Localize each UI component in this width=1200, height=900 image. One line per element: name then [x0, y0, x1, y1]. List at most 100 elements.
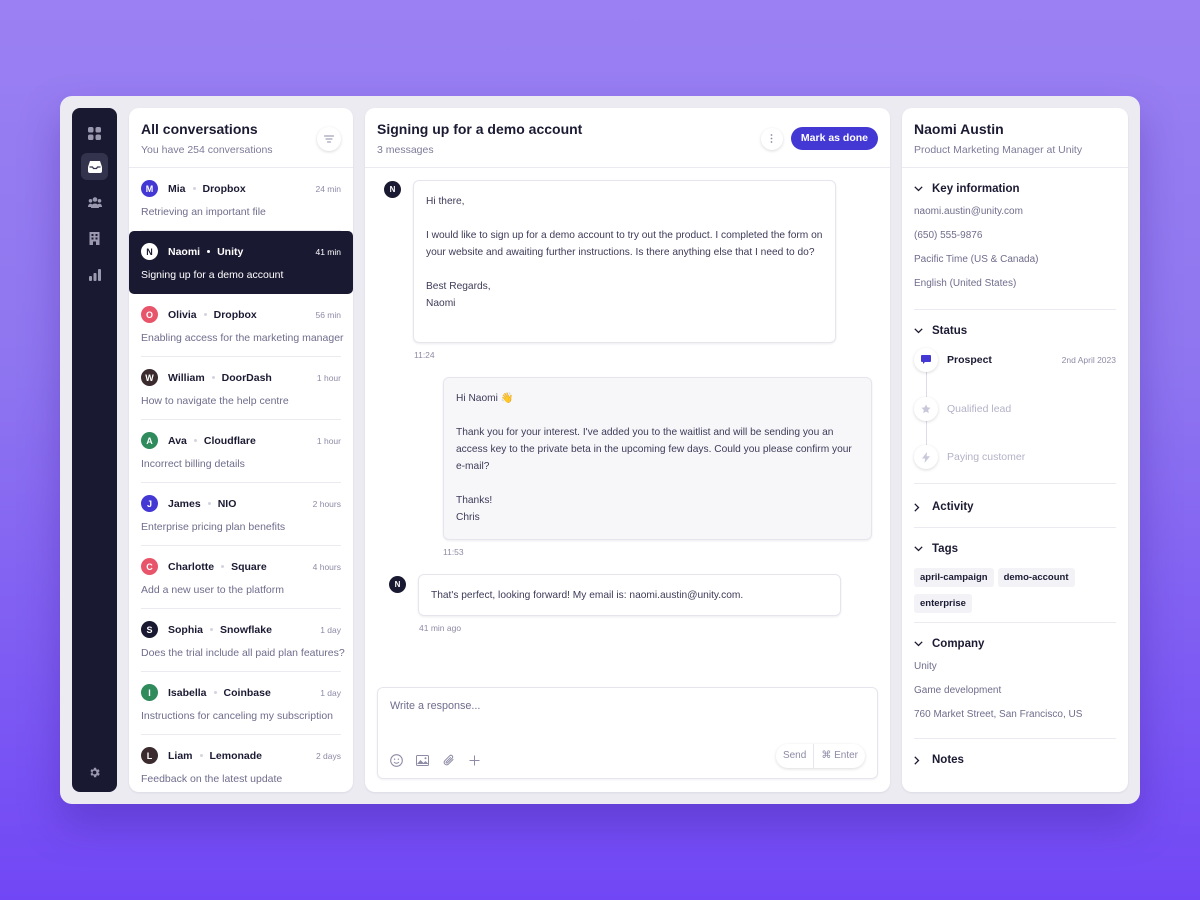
conversation-item[interactable]: M Mia Dropbox 24 min Retrieving an important…: [129, 168, 353, 231]
tags-section: Tags april-campaign demo-account enterpris…: [914, 528, 1116, 623]
app-window: All conversations You have 254 conversat…: [60, 96, 1140, 804]
contact-name: Isabella: [168, 686, 207, 699]
section-label: Tags: [932, 543, 958, 555]
avatar: I: [141, 684, 158, 701]
status-step-qualified-lead: Qualified lead: [914, 397, 1116, 421]
message-timestamp: 11:24: [414, 350, 435, 360]
avatar: L: [141, 747, 158, 764]
nav-contacts[interactable]: [81, 189, 108, 216]
avatar: S: [141, 621, 158, 638]
contact-phone[interactable]: (650) 555-9876: [914, 230, 1116, 241]
activity-toggle[interactable]: Activity: [914, 499, 1116, 515]
tag-list: april-campaign demo-account enterprise: [914, 567, 1094, 619]
customer-avatar: N: [389, 576, 406, 593]
separator-dot: [207, 502, 211, 505]
company-name: Lemonade: [209, 749, 263, 762]
activity-section: Activity: [914, 484, 1116, 528]
separator-dot: [192, 187, 196, 190]
conversation-item[interactable]: L Liam Lemonade 2 days Feedback on the lates…: [129, 735, 353, 792]
separator-dot: [193, 439, 197, 442]
conversation-time: 1 day: [320, 624, 341, 635]
conversation-item[interactable]: W William DoorDash 1 hour How to navigate th…: [129, 357, 353, 420]
send-button[interactable]: Send: [776, 744, 813, 768]
company-name: Unity: [217, 245, 244, 258]
conversation-item[interactable]: J James NIO 2 hours Enterprise pricing plan …: [129, 483, 353, 546]
avatar: J: [141, 495, 158, 512]
nav-reports[interactable]: [81, 261, 108, 288]
company-name: Square: [231, 560, 267, 573]
send-shortcut-hint: ⌘ Enter: [821, 750, 858, 761]
conversation-item[interactable]: N Naomi Unity 41 min Signing up for a demo a…: [129, 231, 353, 294]
chevron-down-icon: [914, 641, 923, 647]
status-toggle[interactable]: Status: [914, 323, 1116, 339]
filter-icon: [324, 135, 334, 143]
conversation-item[interactable]: C Charlotte Square 4 hours Add a new user to…: [129, 546, 353, 609]
status-step-prospect: Prospect 2nd April 2023: [914, 348, 1116, 372]
customer-avatar: N: [384, 181, 401, 198]
conversation-subject: Enabling access for the marketing manage…: [141, 332, 344, 344]
contact-name: James: [168, 497, 201, 510]
kebab-icon: [770, 134, 773, 143]
nav-companies[interactable]: [81, 225, 108, 252]
tag[interactable]: demo-account: [997, 568, 1075, 587]
key-information-toggle[interactable]: Key information: [914, 181, 1116, 197]
conversation-item[interactable]: A Ava Cloudflare 1 hour Incorrect billing de…: [129, 420, 353, 483]
nav-inbox[interactable]: [81, 153, 108, 180]
separator-dot: [211, 376, 215, 379]
chevron-down-icon: [914, 546, 923, 552]
inbox-icon: [87, 160, 102, 173]
company-toggle[interactable]: Company: [914, 636, 1116, 652]
status-connector: [926, 372, 927, 398]
section-label: Status: [932, 325, 968, 337]
conversation-item[interactable]: S Sophia Snowflake 1 day Does the trial incl…: [129, 609, 353, 672]
tag[interactable]: enterprise: [914, 594, 972, 613]
status-step-label: Qualified lead: [947, 403, 1012, 415]
message-timestamp: 11:53: [443, 547, 464, 557]
more-options-button[interactable]: [760, 127, 783, 150]
avatar: N: [141, 243, 158, 260]
status-step-date: 2nd April 2023: [1061, 355, 1116, 365]
lightning-icon: [922, 451, 930, 463]
notes-toggle[interactable]: Notes: [914, 752, 1116, 768]
chat-bubble-icon: [921, 355, 931, 364]
conversation-list-header: All conversations You have 254 conversat…: [129, 108, 353, 168]
section-label: Key information: [932, 183, 1020, 195]
nav-settings[interactable]: [81, 759, 108, 786]
section-label: Company: [932, 638, 985, 650]
nav-dashboard[interactable]: [81, 120, 108, 147]
gear-icon: [90, 767, 100, 778]
attach-button[interactable]: [442, 754, 455, 767]
separator-dot: [207, 250, 211, 253]
tags-toggle[interactable]: Tags: [914, 541, 1116, 557]
building-icon: [89, 232, 100, 245]
conversation-item[interactable]: O Olivia Dropbox 56 min Enabling access for …: [129, 294, 353, 357]
conversation-subject: Retrieving an important file: [141, 206, 266, 218]
filter-button[interactable]: [317, 127, 341, 151]
tag[interactable]: april-campaign: [914, 568, 994, 587]
avatar: A: [141, 432, 158, 449]
contact-name: William: [168, 371, 205, 384]
reply-input[interactable]: [390, 700, 860, 712]
conversation-subject: How to navigate the help centre: [141, 395, 289, 407]
contact-details-panel: Naomi Austin Product Marketing Manager a…: [902, 108, 1128, 792]
chevron-right-icon: [914, 502, 920, 512]
contact-name: Charlotte: [168, 560, 215, 573]
message-bubble-customer: That's perfect, looking forward! My emai…: [418, 574, 841, 616]
emoji-button[interactable]: [390, 754, 403, 767]
image-button[interactable]: [416, 754, 429, 767]
company-name: Unity: [914, 661, 937, 672]
add-button[interactable]: [468, 754, 481, 767]
mark-as-done-button[interactable]: Mark as done: [790, 127, 878, 150]
conversation-list: M Mia Dropbox 24 min Retrieving an important…: [129, 168, 353, 792]
contact-email[interactable]: naomi.austin@unity.com: [914, 206, 1116, 217]
conversation-subject: Add a new user to the platform: [141, 584, 284, 596]
conversation-item[interactable]: I Isabella Coinbase 1 day Instructions for c…: [129, 672, 353, 735]
chat-panel: Signing up for a demo account 3 messages…: [365, 108, 890, 792]
company-name: NIO: [217, 497, 237, 510]
separator-dot: [203, 313, 207, 316]
avatar: W: [141, 369, 158, 386]
avatar: C: [141, 558, 158, 575]
contact-name: Naomi: [168, 245, 201, 258]
conversation-time: 2 hours: [312, 498, 341, 509]
plus-icon: [469, 755, 480, 766]
